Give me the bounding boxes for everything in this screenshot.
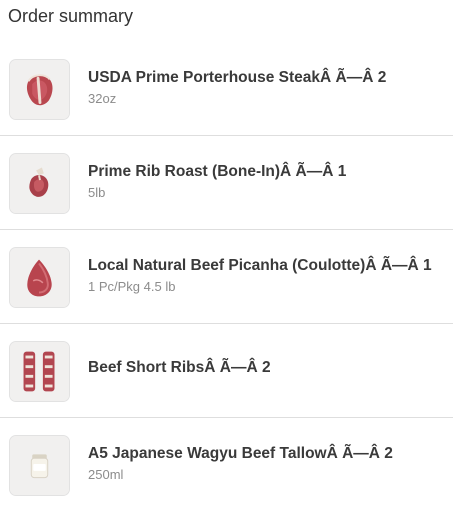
order-item-name: Beef Short RibsÂ Ã—Â 2 (88, 359, 271, 376)
order-item-variant: 5lb (88, 185, 106, 200)
order-item-details: Prime Rib Roast (Bone-In)Â Ã—Â 1 5lb (88, 162, 448, 202)
tallow-jar-image (9, 435, 70, 496)
order-item: A5 Japanese Wagyu Beef TallowÂ Ã—Â 2 250… (0, 418, 453, 511)
order-item-name: USDA Prime Porterhouse SteakÂ Ã—Â 2 (88, 69, 387, 86)
rib-roast-image (9, 153, 70, 214)
order-item-name: A5 Japanese Wagyu Beef TallowÂ Ã—Â 2 (88, 445, 393, 462)
order-item-name: Local Natural Beef Picanha (Coulotte)Â Ã… (88, 257, 432, 274)
picanha-image (9, 247, 70, 308)
order-item: Local Natural Beef Picanha (Coulotte)Â Ã… (0, 230, 453, 324)
order-item-details: Local Natural Beef Picanha (Coulotte)Â Ã… (88, 256, 448, 296)
order-item-details: A5 Japanese Wagyu Beef TallowÂ Ã—Â 2 250… (88, 444, 448, 484)
order-item-details: Beef Short RibsÂ Ã—Â 2 (88, 358, 448, 378)
order-item: Prime Rib Roast (Bone-In)Â Ã—Â 1 5lb (0, 136, 453, 230)
order-item-variant: 1 Pc/Pkg 4.5 lb (88, 279, 176, 294)
order-summary-title: Order summary (8, 6, 134, 26)
order-item: USDA Prime Porterhouse SteakÂ Ã—Â 2 32oz (0, 42, 453, 136)
order-item-name: Prime Rib Roast (Bone-In)Â Ã—Â 1 (88, 163, 347, 180)
order-item-variant: 32oz (88, 91, 117, 106)
order-items-list: USDA Prime Porterhouse SteakÂ Ã—Â 2 32oz… (0, 42, 453, 511)
order-summary-panel: Order summary USDA Prime Porterhouse Ste… (0, 0, 453, 511)
order-item-variant: 250ml (88, 467, 124, 482)
short-ribs-image (9, 341, 70, 402)
order-item-details: USDA Prime Porterhouse SteakÂ Ã—Â 2 32oz (88, 68, 448, 108)
order-item: Beef Short RibsÂ Ã—Â 2 (0, 324, 453, 418)
porterhouse-steak-image (9, 59, 70, 120)
